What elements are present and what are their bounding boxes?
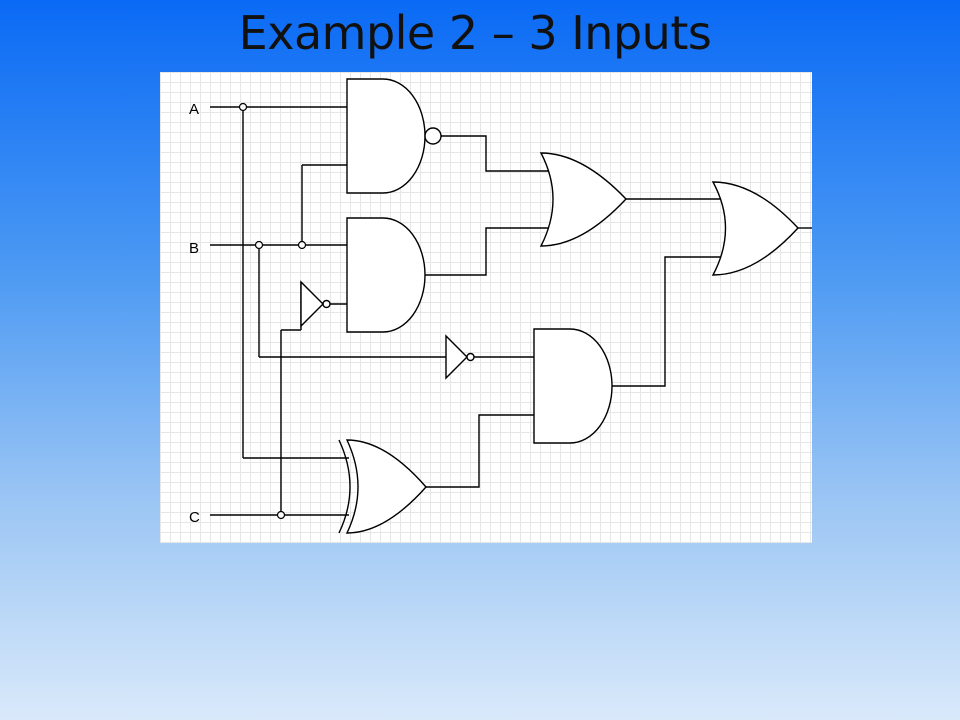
input-label-a: A xyxy=(189,101,199,118)
wire-input-a xyxy=(210,106,349,459)
nand-gate-icon xyxy=(346,78,442,194)
input-label-c: C xyxy=(189,509,200,526)
junction-dot xyxy=(254,240,264,250)
or-gate-icon xyxy=(711,181,812,276)
xor-gate-icon xyxy=(338,414,534,534)
junction-dot xyxy=(238,102,248,112)
wire-to-or-gate-1 xyxy=(425,135,552,276)
and-gate-icon xyxy=(346,217,426,333)
wire-input-c xyxy=(210,282,349,516)
or-gate-icon xyxy=(539,152,627,247)
input-label-b: B xyxy=(189,240,199,257)
junction-dot xyxy=(297,240,307,250)
logic-circuit-diagram: A B C xyxy=(160,72,812,543)
junction-dot xyxy=(276,510,286,520)
not-gate-icon xyxy=(445,334,534,380)
slide-title: Example 2 – 3 Inputs xyxy=(238,6,712,60)
not-gate-icon xyxy=(300,280,331,328)
and-gate-icon xyxy=(533,256,724,444)
